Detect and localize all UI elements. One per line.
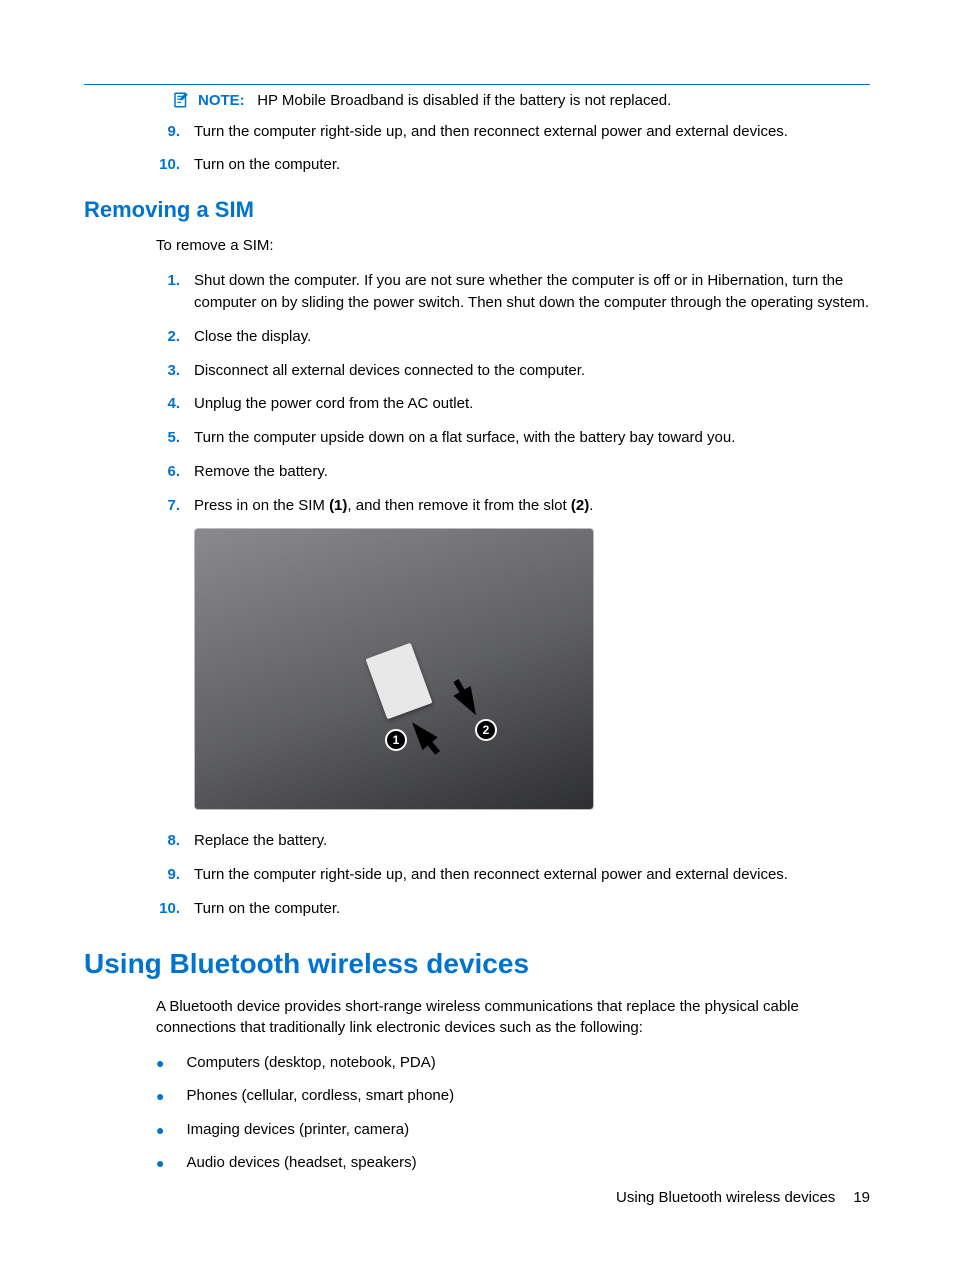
note-block: NOTE: HP Mobile Broadband is disabled if… xyxy=(84,91,870,111)
bullet-icon: ● xyxy=(156,1054,164,1074)
list-item: 10. Turn on the computer. xyxy=(156,898,870,920)
note-body: HP Mobile Broadband is disabled if the b… xyxy=(257,92,671,109)
list-item: 4. Unplug the power cord from the AC outl… xyxy=(156,393,870,415)
list-item: 10. Turn on the computer. xyxy=(156,154,870,175)
list-item: 7. Press in on the SIM (1), and then rem… xyxy=(156,495,870,517)
step-number: 2. xyxy=(156,326,180,348)
document-page: NOTE: HP Mobile Broadband is disabled if… xyxy=(0,0,954,1270)
step-number: 4. xyxy=(156,393,180,415)
step-text: Close the display. xyxy=(194,326,311,348)
item-text: Phones (cellular, cordless, smart phone) xyxy=(186,1085,454,1106)
step-number: 9. xyxy=(156,121,180,142)
removing-sim-steps-b: 8. Replace the battery. 9. Turn the comput… xyxy=(84,830,870,919)
step-number: 10. xyxy=(156,898,180,920)
removing-sim-steps-a: 1. Shut down the computer. If you are not… xyxy=(84,270,870,516)
bluetooth-device-list: ● Computers (desktop, notebook, PDA) ● Pho… xyxy=(84,1052,870,1174)
step-text: Disconnect all external devices connecte… xyxy=(194,360,585,382)
list-item: ● Audio devices (headset, speakers) xyxy=(156,1152,870,1174)
list-item: 9. Turn the computer right-side up, and … xyxy=(156,121,870,142)
step-number: 9. xyxy=(156,864,180,886)
item-text: Imaging devices (printer, camera) xyxy=(186,1119,409,1140)
step-number: 1. xyxy=(156,270,180,314)
step-text: Remove the battery. xyxy=(194,461,328,483)
sim-card-illustration xyxy=(366,643,433,720)
step-text: Turn the computer right-side up, and the… xyxy=(194,121,788,142)
heading-removing-sim: Removing a SIM xyxy=(84,197,870,223)
list-item: 5. Turn the computer upside down on a fla… xyxy=(156,427,870,449)
continued-steps-list: 9. Turn the computer right-side up, and … xyxy=(84,121,870,175)
step-number: 7. xyxy=(156,495,180,517)
step-text: Turn on the computer. xyxy=(194,898,340,920)
list-item: ● Imaging devices (printer, camera) xyxy=(156,1119,870,1141)
arrow-remove-icon xyxy=(453,686,484,720)
step-text: Turn on the computer. xyxy=(194,154,340,175)
page-footer: Using Bluetooth wireless devices 19 xyxy=(616,1189,870,1206)
item-text: Audio devices (headset, speakers) xyxy=(186,1152,416,1173)
callout-badge-1: 1 xyxy=(385,729,407,751)
note-label: NOTE: xyxy=(198,92,245,109)
note-divider xyxy=(84,84,870,85)
arrow-press-in-icon xyxy=(404,716,437,750)
step-number: 6. xyxy=(156,461,180,483)
removing-sim-intro: To remove a SIM: xyxy=(84,235,870,256)
note-icon xyxy=(172,91,190,109)
footer-page-number: 19 xyxy=(853,1189,870,1206)
step-number: 5. xyxy=(156,427,180,449)
list-item: ● Phones (cellular, cordless, smart phone… xyxy=(156,1085,870,1107)
sim-removal-image: 1 2 xyxy=(194,528,594,810)
list-item: ● Computers (desktop, notebook, PDA) xyxy=(156,1052,870,1074)
list-item: 9. Turn the computer right-side up, and t… xyxy=(156,864,870,886)
page-content: NOTE: HP Mobile Broadband is disabled if… xyxy=(84,84,870,1174)
bluetooth-intro: A Bluetooth device provides short-range … xyxy=(84,996,870,1038)
step-number: 3. xyxy=(156,360,180,382)
bullet-icon: ● xyxy=(156,1087,164,1107)
note-text: NOTE: HP Mobile Broadband is disabled if… xyxy=(198,91,671,111)
list-item: 8. Replace the battery. xyxy=(156,830,870,852)
list-item: 3. Disconnect all external devices connec… xyxy=(156,360,870,382)
callout-badge-2: 2 xyxy=(475,719,497,741)
step-number: 8. xyxy=(156,830,180,852)
step-text: Press in on the SIM (1), and then remove… xyxy=(194,495,593,517)
step-text: Turn the computer right-side up, and the… xyxy=(194,864,788,886)
step-text: Replace the battery. xyxy=(194,830,327,852)
step-text: Turn the computer upside down on a flat … xyxy=(194,427,735,449)
step-text: Unplug the power cord from the AC outlet… xyxy=(194,393,473,415)
heading-bluetooth: Using Bluetooth wireless devices xyxy=(84,948,870,980)
bullet-icon: ● xyxy=(156,1154,164,1174)
list-item: 1. Shut down the computer. If you are not… xyxy=(156,270,870,314)
step-text: Shut down the computer. If you are not s… xyxy=(194,270,870,314)
item-text: Computers (desktop, notebook, PDA) xyxy=(186,1052,435,1073)
step-number: 10. xyxy=(156,154,180,175)
list-item: 6. Remove the battery. xyxy=(156,461,870,483)
footer-section-title: Using Bluetooth wireless devices xyxy=(616,1189,835,1206)
list-item: 2. Close the display. xyxy=(156,326,870,348)
sim-removal-figure: 1 2 xyxy=(84,528,870,810)
bullet-icon: ● xyxy=(156,1121,164,1141)
